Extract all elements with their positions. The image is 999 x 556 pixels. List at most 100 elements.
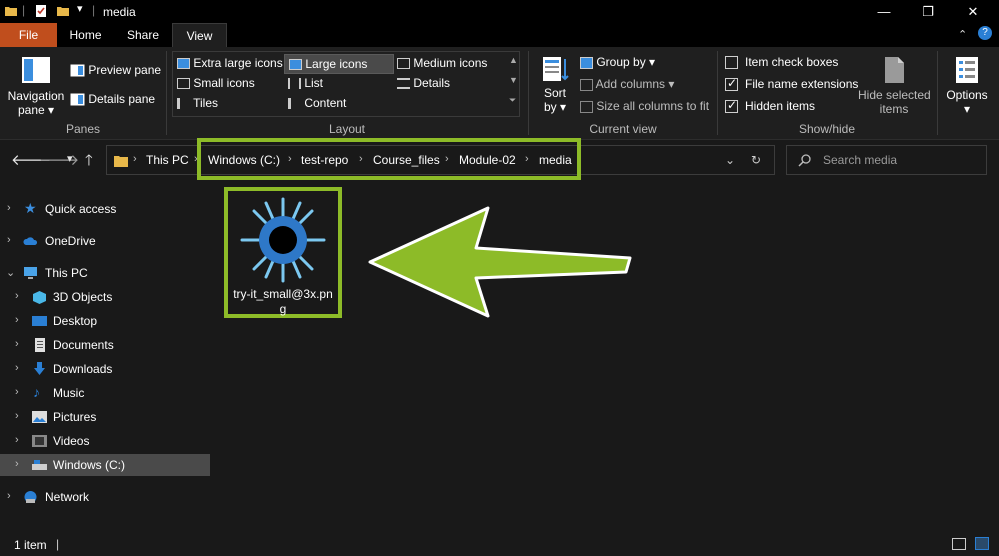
file-name-extensions-checkbox[interactable] bbox=[725, 76, 738, 91]
forward-arrow-icon[interactable]: 🡒 bbox=[39, 150, 79, 169]
sidebar-item-3d-objects[interactable]: › 3D Objects bbox=[0, 286, 210, 308]
breadcrumb-media[interactable]: media bbox=[539, 153, 572, 167]
large-icons-view-icon[interactable] bbox=[975, 537, 989, 550]
add-columns-button[interactable]: Add columns ▾ bbox=[580, 77, 674, 91]
refresh-icon[interactable]: ↻ bbox=[751, 153, 761, 167]
sidebar-item-label: Windows (C:) bbox=[53, 458, 126, 472]
content-option[interactable]: Content bbox=[288, 96, 346, 110]
search-input[interactable] bbox=[823, 152, 983, 168]
sidebar-item-quick-access[interactable]: › ★ Quick access bbox=[0, 198, 210, 220]
item-count: 1 item bbox=[14, 538, 47, 552]
hide-selected-label-2: items bbox=[879, 102, 909, 116]
properties-icon[interactable] bbox=[34, 4, 48, 18]
chevron-right-icon[interactable]: › bbox=[288, 153, 292, 165]
chevron-right-icon[interactable]: › bbox=[7, 234, 11, 246]
large-icons-icon bbox=[289, 59, 302, 71]
sidebar-item-this-pc[interactable]: ⌄ This PC bbox=[0, 262, 210, 284]
minimize-ribbon-icon[interactable]: ⌃ bbox=[958, 28, 967, 41]
chevron-right-icon[interactable]: › bbox=[359, 153, 363, 165]
chevron-right-icon[interactable]: › bbox=[7, 202, 11, 214]
navigation-pane-button[interactable]: Navigation pane ▾ bbox=[6, 55, 66, 117]
details-pane-button[interactable]: Details pane bbox=[70, 92, 155, 106]
item-check-boxes-checkbox[interactable] bbox=[725, 56, 738, 69]
search-box[interactable] bbox=[786, 145, 987, 175]
file-list: try-it_small@3x.png bbox=[214, 180, 999, 530]
file-item[interactable]: try-it_small@3x.png bbox=[224, 187, 342, 318]
large-icons-option[interactable]: Large icons bbox=[284, 54, 394, 74]
chevron-right-icon[interactable]: › bbox=[15, 434, 19, 446]
options-button[interactable]: Options ▾ bbox=[943, 55, 991, 116]
up-arrow-icon[interactable]: 🡑 bbox=[85, 150, 93, 175]
breadcrumb-module-02[interactable]: Module-02 bbox=[459, 153, 516, 167]
sidebar-item-desktop[interactable]: › Desktop bbox=[0, 310, 210, 332]
chevron-right-icon[interactable]: › bbox=[15, 290, 19, 302]
details-option[interactable]: Details bbox=[397, 76, 450, 90]
chevron-right-icon[interactable]: › bbox=[445, 153, 449, 165]
sidebar-item-onedrive[interactable]: › OneDrive bbox=[0, 230, 210, 252]
tab-home[interactable]: Home bbox=[57, 23, 114, 47]
address-dropdown-icon[interactable]: ⌄ bbox=[725, 153, 735, 167]
computer-icon bbox=[24, 267, 37, 279]
separator: | bbox=[56, 537, 60, 551]
extra-large-icons-option[interactable]: Extra large icons bbox=[177, 56, 283, 70]
hide-selected-items-button[interactable]: Hide selected items bbox=[858, 55, 931, 116]
new-folder-icon[interactable] bbox=[56, 4, 70, 18]
title-bar: | ▾ | media — ❐ ✕ bbox=[0, 0, 999, 23]
list-option[interactable]: List bbox=[288, 76, 323, 90]
tab-file[interactable]: File bbox=[0, 23, 57, 47]
tab-share[interactable]: Share bbox=[114, 23, 172, 47]
chevron-right-icon[interactable]: › bbox=[15, 362, 19, 374]
sort-by-button[interactable]: Sort by ▾ bbox=[538, 55, 572, 114]
document-icon bbox=[35, 338, 45, 352]
chevron-right-icon[interactable]: › bbox=[525, 153, 529, 165]
sidebar-item-network[interactable]: › Network bbox=[0, 486, 210, 508]
layout-scroll-up-icon[interactable]: ▲ bbox=[509, 55, 518, 65]
item-check-boxes-toggle[interactable]: Item check boxes bbox=[725, 55, 838, 69]
chevron-right-icon[interactable]: › bbox=[194, 153, 198, 165]
chevron-right-icon[interactable]: › bbox=[15, 410, 19, 422]
preview-pane-button[interactable]: Preview pane bbox=[70, 63, 161, 77]
hidden-items-checkbox[interactable] bbox=[725, 98, 738, 113]
content-label: Content bbox=[304, 96, 347, 110]
breadcrumb-windows-c[interactable]: Windows (C:) bbox=[208, 153, 280, 167]
sidebar-item-pictures[interactable]: › Pictures bbox=[0, 406, 210, 428]
breadcrumb-course-files[interactable]: Course_files bbox=[373, 153, 440, 167]
group-by-button[interactable]: Group by ▾ bbox=[580, 55, 655, 69]
breadcrumb-test-repo[interactable]: test-repo bbox=[301, 153, 348, 167]
sidebar-item-downloads[interactable]: › Downloads bbox=[0, 358, 210, 380]
recent-locations-icon[interactable]: ▾ bbox=[67, 152, 73, 165]
small-icons-icon bbox=[177, 78, 190, 90]
help-icon[interactable]: ? bbox=[978, 26, 992, 40]
file-name-extensions-toggle[interactable]: File name extensions bbox=[725, 76, 859, 91]
close-button[interactable]: ✕ bbox=[950, 0, 996, 23]
chevron-right-icon[interactable]: › bbox=[15, 338, 19, 350]
small-icons-option[interactable]: Small icons bbox=[177, 76, 255, 90]
sidebar-item-windows-c[interactable]: › Windows (C:) bbox=[0, 454, 210, 476]
tab-view[interactable]: View bbox=[172, 23, 227, 47]
size-all-columns-button[interactable]: Size all columns to fit bbox=[580, 99, 709, 113]
chevron-down-icon[interactable]: ⌄ bbox=[6, 266, 15, 279]
hidden-items-toggle[interactable]: Hidden items bbox=[725, 98, 815, 113]
chevron-right-icon[interactable]: › bbox=[15, 386, 19, 398]
chevron-right-icon[interactable]: › bbox=[133, 153, 137, 165]
quick-access-dropdown-icon[interactable]: ▾ bbox=[77, 2, 83, 15]
chevron-right-icon[interactable]: › bbox=[15, 458, 19, 470]
sidebar-item-documents[interactable]: › Documents bbox=[0, 334, 210, 356]
minimize-button[interactable]: — bbox=[861, 0, 907, 23]
breadcrumb-this-pc[interactable]: This PC bbox=[146, 153, 189, 167]
tiles-option[interactable]: Tiles bbox=[177, 96, 218, 110]
details-view-icon[interactable] bbox=[952, 538, 966, 550]
maximize-button[interactable]: ❐ bbox=[905, 0, 951, 23]
cube-icon bbox=[33, 291, 46, 304]
medium-icons-option[interactable]: Medium icons bbox=[397, 56, 487, 70]
file-name-extensions-label: File name extensions bbox=[745, 77, 859, 91]
chevron-right-icon[interactable]: › bbox=[7, 490, 11, 502]
address-bar[interactable]: › This PC › Windows (C:) › test-repo › C… bbox=[106, 145, 775, 175]
sidebar-item-videos[interactable]: › Videos bbox=[0, 430, 210, 452]
sidebar-item-music[interactable]: › ♪ Music bbox=[0, 382, 210, 404]
layout-scroll-down-icon[interactable]: ▼ bbox=[509, 75, 518, 85]
layout-more-icon[interactable]: ⏷ bbox=[509, 95, 516, 106]
details-icon bbox=[397, 78, 410, 90]
file-name: try-it_small@3x.png bbox=[233, 287, 333, 316]
chevron-right-icon[interactable]: › bbox=[15, 314, 19, 326]
